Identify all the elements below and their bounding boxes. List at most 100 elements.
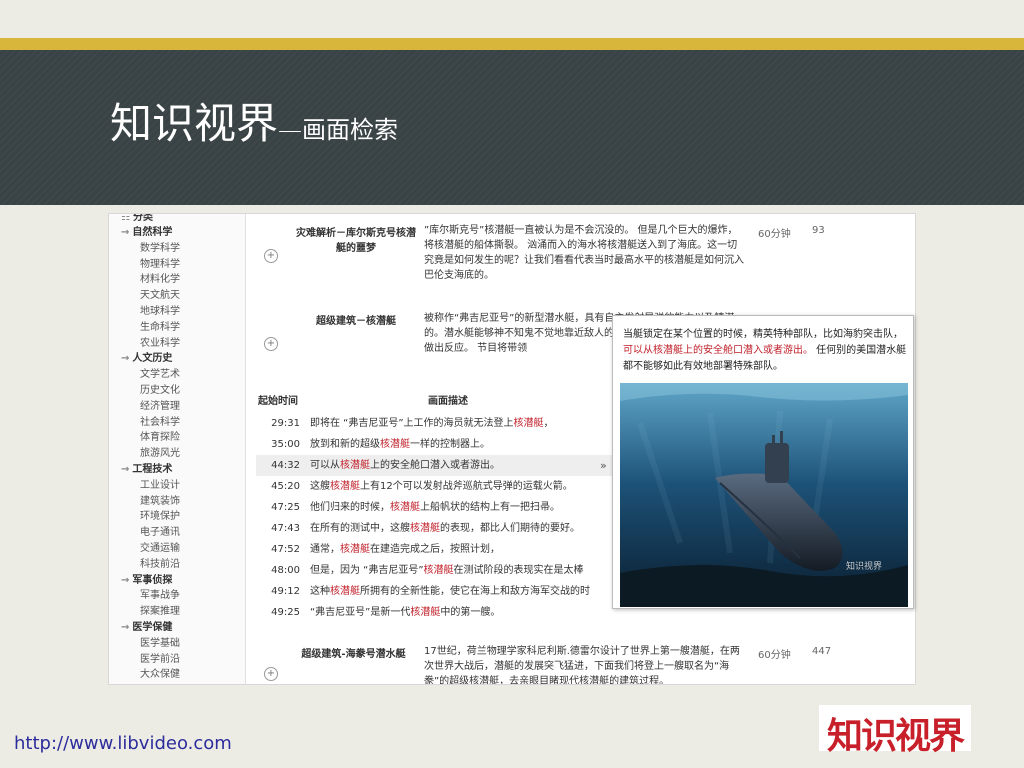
keyword-highlight: 核潜艇 — [340, 544, 370, 555]
double-chevron-right-icon[interactable]: » — [600, 459, 607, 472]
sidebar-subcategory[interactable]: 物理科学 — [140, 258, 180, 272]
scene-text: 他们归来的时候， — [310, 502, 390, 513]
sidebar-subcategory[interactable]: 生命科学 — [140, 321, 180, 335]
video-view-count: 93 — [812, 225, 825, 236]
slide-title-sub: —画面检索 — [278, 116, 399, 144]
scene-row[interactable]: 47:52 通常，核潜艇在建造完成之后，按照计划， — [256, 539, 606, 560]
scene-text: 即将在 “弗吉尼亚号”上工作的海员就无法登上 — [310, 418, 514, 429]
arrow-right-icon: → — [121, 353, 130, 365]
sidebar-header: ☷ 分类 — [121, 213, 153, 223]
keyword-highlight: 核潜艇 — [340, 460, 370, 471]
scene-row[interactable]: 44:32 可以从核潜艇上的安全舱口潜入或者游出。 — [256, 455, 614, 476]
scene-timestamp: 45:20 — [271, 481, 300, 492]
keyword-highlight: 核潜艇 — [423, 565, 454, 576]
column-header-desc: 画面描述 — [428, 396, 468, 407]
expand-plus-icon[interactable]: + — [264, 337, 278, 351]
sidebar-category[interactable]: → 自然科学 — [121, 226, 172, 240]
video-description: ”库尔斯克号”核潜艇一直被认为是不会沉没的。 但是几个巨大的爆炸，将核潜艇的船体… — [424, 225, 744, 281]
video-title[interactable]: 超级建筑－核潜艇 — [286, 312, 426, 327]
scene-timestamp: 48:00 — [271, 565, 300, 576]
sidebar-subcategory[interactable]: 交通运输 — [140, 542, 180, 556]
sidebar-subcategory[interactable]: 医学前沿 — [140, 653, 180, 667]
sidebar-subcategory[interactable]: 科技前沿 — [140, 558, 180, 572]
slide-title: 知识视界—画面检索 — [110, 90, 398, 151]
scene-timestamp: 44:32 — [271, 460, 300, 471]
arrow-right-icon: → — [121, 574, 130, 586]
list-icon: ☷ — [121, 213, 130, 223]
scene-text: 在建造完成之后，按照计划， — [370, 544, 500, 555]
scene-timestamp: 35:00 — [271, 439, 300, 450]
sidebar-subcategory[interactable]: 环境保护 — [140, 510, 180, 524]
submarine-image: 知识视界 — [620, 383, 908, 607]
expand-plus-icon[interactable]: + — [264, 249, 278, 263]
sidebar-subcategory[interactable]: 历史文化 — [140, 384, 180, 398]
sidebar-category[interactable]: → 人文历史 — [121, 352, 172, 366]
scene-text: ， — [543, 418, 554, 429]
arrow-right-icon: → — [121, 464, 130, 475]
sidebar-subcategory[interactable]: 旅游风光 — [140, 447, 180, 461]
sidebar-subcategory[interactable]: 电子通讯 — [140, 526, 180, 540]
scene-text: 上船帆状的结构上有一把扫帚。 — [420, 502, 560, 513]
scene-text: 在测试阶段的表现实在是太棒 — [453, 565, 584, 576]
watermark: 知识视界 — [846, 560, 882, 572]
scene-row[interactable]: 47:25 他们归来的时候，核潜艇上船帆状的结构上有一把扫帚。 — [256, 497, 606, 518]
scene-text: 上有12个可以发射战斧巡航式导弹的运载火箭。 — [360, 481, 573, 492]
arrow-right-icon: → — [121, 622, 130, 633]
footer-url-link[interactable]: http://www.libvideo.com — [14, 733, 232, 754]
scene-timestamp: 47:52 — [271, 544, 300, 555]
scene-row[interactable]: 49:12 这种核潜艇所拥有的全新性能，使它在海上和敌方海军交战的时 — [256, 581, 606, 602]
keyword-highlight: 核潜艇 — [330, 586, 360, 597]
scene-row[interactable]: 49:25 “弗吉尼亚号”是新一代核潜艇中的第一艘。 — [256, 602, 606, 623]
scene-row[interactable]: 45:20 这艘核潜艇上有12个可以发射战斧巡航式导弹的运载火箭。 — [256, 476, 606, 497]
sidebar-subcategory[interactable]: 工业设计 — [140, 479, 180, 493]
keyword-highlight: 核潜艇 — [330, 481, 360, 492]
sidebar-subcategory[interactable]: 体育探险 — [140, 431, 180, 445]
slide-title-main: 知识视界 — [110, 99, 279, 148]
scene-text: 中的第一艘。 — [440, 607, 501, 618]
scene-text: 通常， — [310, 544, 340, 555]
scene-text: 一样的控制器上。 — [410, 439, 490, 450]
scene-row[interactable]: 48:00 但是，因为 “弗吉尼亚号”核潜艇在测试阶段的表现实在是太棒 — [256, 560, 606, 581]
video-description: 17世纪，荷兰物理学家科尼利斯.德雷尔设计了世界上第一艘潜艇，在两次世界大战后，… — [424, 646, 740, 684]
scene-row[interactable]: 47:43 在所有的测试中，这艘核潜艇的表现，都比人们期待的要好。 — [256, 518, 606, 539]
scene-text: 在所有的测试中，这艘 — [310, 523, 410, 534]
scene-text: 放到和新的超级 — [310, 439, 380, 450]
video-duration: 60分钟 — [758, 650, 791, 661]
scene-row[interactable]: 29:31 即将在 “弗吉尼亚号”上工作的海员就无法登上核潜艇， — [256, 413, 606, 434]
sidebar-subcategory[interactable]: 军事战争 — [140, 589, 180, 603]
column-header-time: 起始时间 — [258, 396, 298, 407]
arrow-right-icon: → — [121, 227, 130, 238]
sidebar-subcategory[interactable]: 大众保健 — [140, 668, 180, 682]
scene-row[interactable]: 35:00 放到和新的超级核潜艇一样的控制器上。 — [256, 434, 606, 455]
sidebar-subcategory[interactable]: 经济管理 — [140, 400, 180, 414]
sidebar-subcategory[interactable]: 医学基础 — [140, 637, 180, 651]
scene-text: 的表现，都比人们期待的要好。 — [440, 523, 580, 534]
scene-timestamp: 29:31 — [271, 418, 300, 429]
sidebar-subcategory[interactable]: 地球科学 — [140, 305, 180, 319]
expand-plus-icon[interactable]: + — [264, 667, 278, 681]
sidebar-category[interactable]: → 工程技术 — [121, 463, 172, 477]
scene-preview-popup: 当艇锁定在某个位置的时候，精英特种部队，比如海豹突击队，可以从核潜艇上的安全舱口… — [612, 315, 914, 609]
sidebar-category[interactable]: → 军事侦探 — [121, 574, 172, 588]
video-title[interactable]: 超级建筑-海豢号潜水艇 — [291, 645, 416, 660]
scene-timestamp: 49:25 — [271, 607, 300, 618]
sidebar-category[interactable]: → 医学保健 — [121, 621, 172, 635]
sidebar-subcategory[interactable]: 建筑装饰 — [140, 495, 180, 509]
sidebar-subcategory[interactable]: 社会科学 — [140, 416, 180, 430]
sidebar-subcategory[interactable]: 数学科学 — [140, 242, 180, 256]
sidebar-subcategory[interactable]: 材料化学 — [140, 273, 180, 287]
scene-timestamp: 49:12 — [271, 586, 300, 597]
video-title[interactable]: 灾难解析－库尔斯克号核潜 艇的噩梦 — [286, 224, 426, 254]
category-sidebar: ☷ 分类 → 自然科学数学科学物理科学 材料化学天文航天地球科学生命科学农业科学 → 人文… — [109, 214, 246, 684]
scene-text: 可以从 — [310, 460, 340, 471]
scene-text: “弗吉尼亚号”是新一代 — [310, 607, 411, 618]
scene-text: 上的安全舱口潜入或者游出。 — [370, 460, 500, 471]
scene-timestamp: 47:43 — [271, 523, 300, 534]
scene-text: 所拥有的全新性能，使它在海上和敌方海军交战的时 — [360, 586, 590, 597]
sidebar-subcategory[interactable]: 文学艺术 — [140, 368, 180, 382]
sidebar-subcategory[interactable]: 天文航天 — [140, 289, 180, 303]
scene-text: 但是，因为 “弗吉尼亚号” — [310, 565, 424, 576]
video-view-count: 447 — [812, 646, 832, 657]
sidebar-subcategory[interactable]: 农业科学 — [140, 337, 180, 351]
sidebar-subcategory[interactable]: 探案推理 — [140, 605, 180, 619]
